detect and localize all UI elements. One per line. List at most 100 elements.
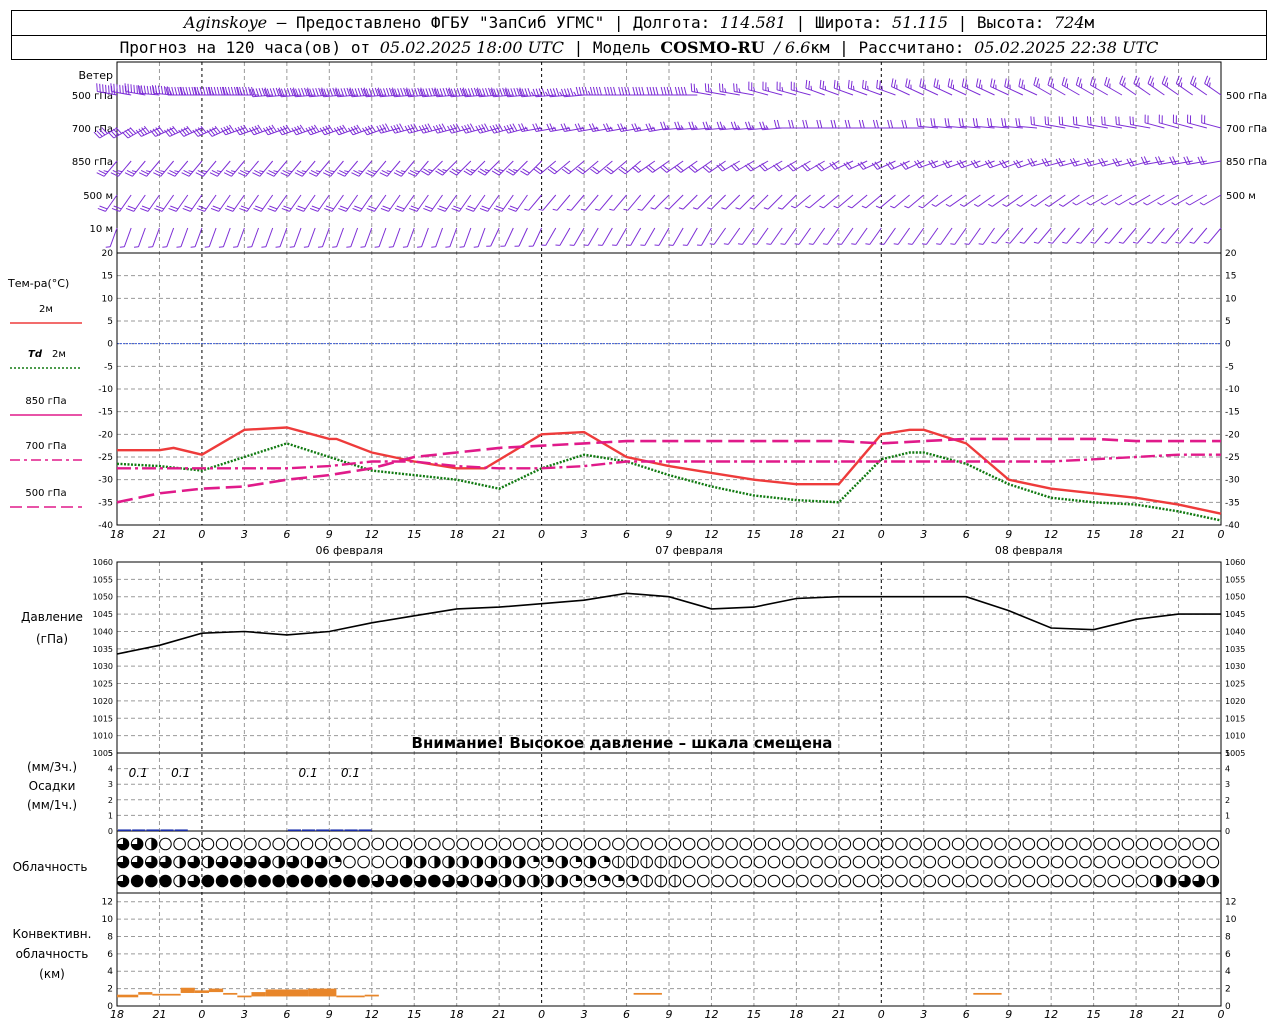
cloud-cover-symbol [1050,837,1064,851]
wind-barb-feather [414,88,418,97]
cloud-circle [343,837,356,851]
wind-barb-feather [1078,78,1082,87]
wind-barb-feather [1200,156,1205,165]
cloud-circle [767,874,781,888]
cloud-circle [1149,855,1163,869]
cloud-circle [258,837,271,851]
wind-barb-feather [623,208,628,211]
wind-barb-feather [532,123,537,132]
wind-barb [603,123,627,132]
wind-barb-feather [176,246,181,248]
wind-barb-feather [417,246,422,248]
wind-barb-feather [1033,76,1037,86]
wind-barb-feather [879,243,885,245]
cloud-fill [216,875,228,887]
wind-barb-feather [889,205,895,209]
cloud-cover-symbol [1206,837,1220,851]
wind-barb-feather [431,246,436,248]
cloud-fill [505,856,511,868]
cloud-cover-symbol [343,855,356,869]
cloud-cover-symbol [881,855,894,869]
cloud-cover-symbol [1206,855,1220,869]
time-tick-label: 3 [920,528,927,541]
cloud-cover-symbol [145,855,158,869]
wind-barb-feather [437,207,446,212]
wind-barb-feather [297,205,306,210]
wind-barb-feather [255,205,264,210]
wind-barb-staff [336,227,344,247]
cloud-cover-symbol [923,837,937,851]
wind-barb-staff [1066,227,1080,244]
wind-barb-staff [940,227,953,245]
wind-barb-feather [709,243,715,245]
cloud-cover-symbol [626,837,639,851]
wind-barb-feather [167,172,176,177]
wind-barb-feather [847,79,850,89]
cloud-circle [767,855,781,869]
wind-barb-feather [393,172,402,177]
cloud-circle [371,837,385,851]
cloud-cover-symbol [1065,837,1078,851]
wind-barb-feather [1075,116,1078,126]
wind-barb-feather [273,170,278,173]
wind-barb-feather [1015,118,1018,127]
wind-barb [133,227,146,248]
wind-barb-feather [1197,156,1202,165]
cloud-cover-symbol [1093,874,1106,888]
cloud-cover-symbol [1149,874,1163,888]
wind-barb-staff [372,160,387,177]
wind-barb-feather [133,246,139,248]
wind-barb-feather [773,119,777,129]
cloud-cover-symbol [244,837,257,851]
wind-barb-feather [329,170,335,173]
time-tick-label: 0 [878,1008,885,1021]
cloud-circle [1164,855,1177,869]
cloud-cover-symbol [314,837,328,851]
cloud-cover-symbol [329,855,342,869]
tick-label: -5 [104,362,113,372]
cloud-cover-symbol [428,855,441,869]
wind-barb-feather [604,86,608,96]
wind-barb [1185,194,1208,206]
cloud-cover-symbol [980,874,993,888]
cloud-fill [575,856,582,862]
wind-barb [893,227,911,245]
wind-barb-staff [1179,227,1194,244]
tick-label: 1020 [93,697,113,706]
wind-barb-feather [1090,241,1096,244]
wind-barb-feather [678,207,684,210]
cloud-cover-symbol [442,874,455,888]
wind-barb-feather [618,86,622,96]
cloud-fill [618,875,625,881]
wind-barb-feather [1161,241,1166,244]
wind-barb-staff [897,227,911,245]
wind-barb-staff [251,227,260,247]
cloud-circle [1050,855,1064,869]
wind-barb-feather [1161,75,1166,84]
wind-barb-feather [1129,116,1132,125]
wind-barb-feather [360,246,365,248]
cloud-cover-symbol [1022,874,1036,888]
wind-barb-feather [225,207,234,212]
wind-barb-feather [309,207,319,212]
wind-barb [1183,156,1207,165]
wind-barb-staff [587,227,599,246]
cloud-circle [923,837,937,851]
wind-barb-feather [958,118,961,127]
cloud-cover-symbol [583,837,597,851]
wind-barb-feather [1075,76,1080,86]
wind-barb-staff [891,160,910,170]
cloud-cover-symbol [399,855,413,869]
cloud-cover-symbol [824,874,837,888]
wind-barb [1169,156,1193,165]
cloud-circle [923,855,937,869]
wind-barb-feather [852,85,855,91]
wind-barb-staff [331,194,344,212]
wind-barb-feather [837,243,842,245]
tick-label: 1020 [1225,697,1245,706]
cloud-cover-symbol [852,855,866,869]
wind-barb [486,227,500,247]
wind-barb-feather [195,172,204,177]
cloud-cover-symbol [428,874,441,888]
wind-barb-feather [119,84,121,94]
